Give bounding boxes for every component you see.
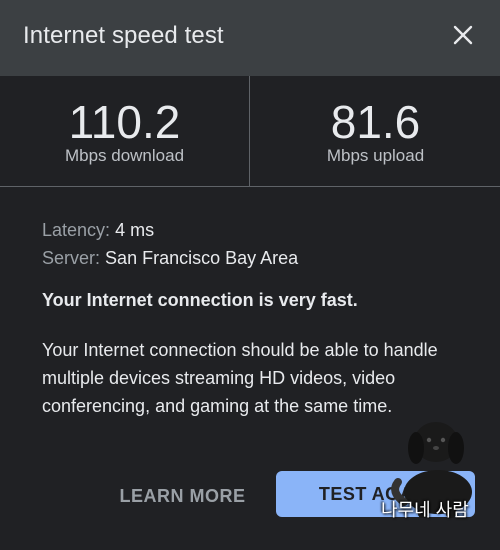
speed-results: 110.2 Mbps download 81.6 Mbps upload: [0, 76, 500, 187]
upload-result: 81.6 Mbps upload: [251, 76, 500, 186]
learn-more-button[interactable]: LEARN MORE: [110, 476, 255, 516]
dialog-header: Internet speed test: [0, 0, 500, 76]
download-speed: 110.2: [68, 96, 181, 148]
server-label: Server:: [42, 248, 101, 268]
connection-details: Latency: 4 ms Server: San Francisco Bay …: [42, 216, 298, 272]
server-value: San Francisco Bay Area: [105, 248, 299, 268]
server-row: Server: San Francisco Bay Area: [42, 244, 298, 272]
upload-unit: Mbps upload: [326, 146, 425, 165]
download-result: 110.2 Mbps download: [0, 76, 249, 186]
test-again-button[interactable]: TEST AGAIN: [276, 471, 475, 517]
latency-label: Latency:: [42, 220, 111, 240]
latency-value: 4 ms: [115, 220, 155, 240]
close-icon: [453, 25, 473, 45]
result-description: Your Internet connection should be able …: [42, 340, 438, 416]
results-divider: [249, 76, 250, 186]
dialog-title: Internet speed test: [23, 22, 224, 49]
upload-speed: 81.6: [330, 96, 421, 148]
download-unit: Mbps download: [64, 146, 185, 165]
latency-row: Latency: 4 ms: [42, 216, 298, 244]
close-button[interactable]: [446, 18, 480, 52]
result-headline: Your Internet connection is very fast.: [42, 290, 358, 310]
